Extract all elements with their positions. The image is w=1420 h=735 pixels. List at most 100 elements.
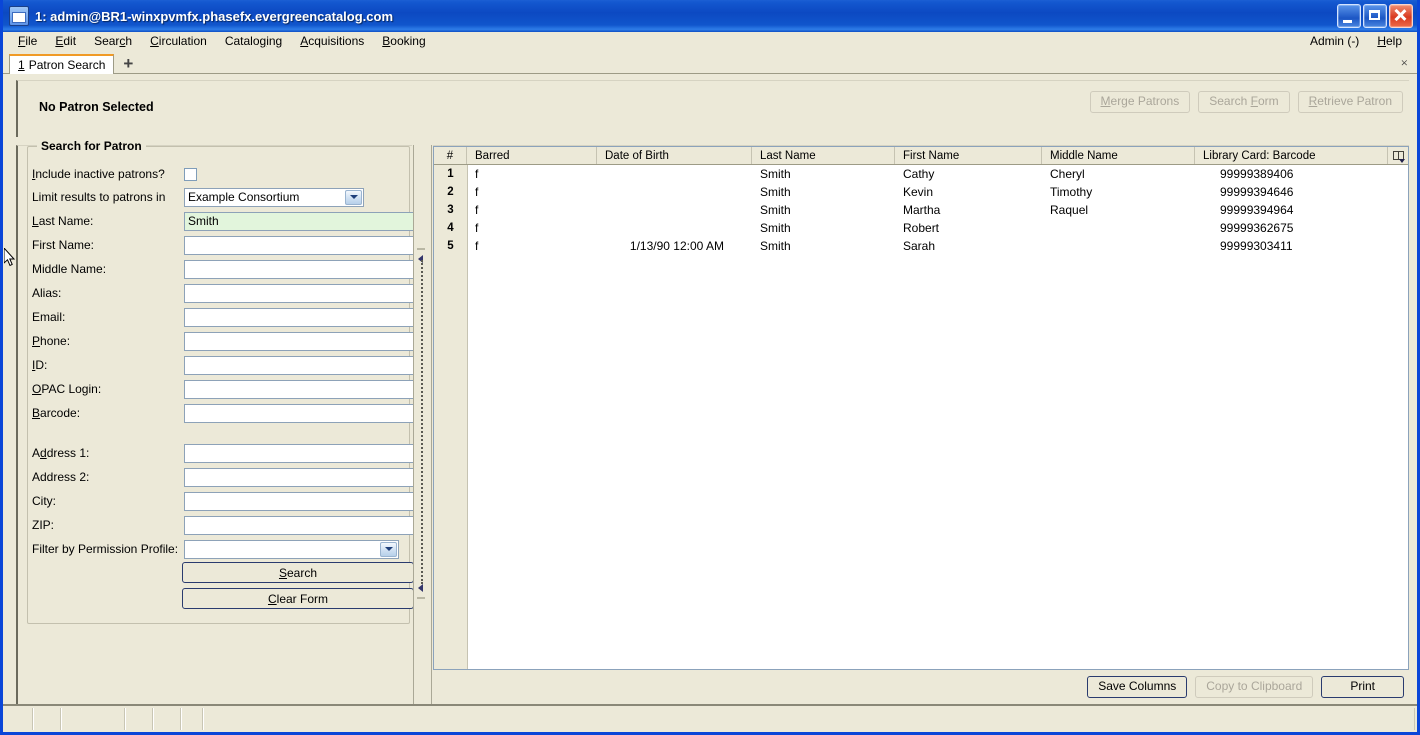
cell-last: Smith xyxy=(760,239,791,253)
status-segment xyxy=(34,708,62,730)
copy-to-clipboard-button[interactable]: Copy to Clipboard xyxy=(1195,676,1314,698)
cell-dob xyxy=(597,165,752,183)
retrieve-patron-button[interactable]: Retrieve Patron xyxy=(1297,91,1403,113)
middle-name-label: Middle Name: xyxy=(32,262,107,276)
cell-num: 4 xyxy=(447,222,454,234)
zip-input[interactable] xyxy=(184,515,420,535)
application-window: 1: admin@BR1-winxpvmfx.phasefx.evergreen… xyxy=(0,0,1420,735)
search-form-button[interactable]: Search Form xyxy=(1198,91,1290,113)
phone-input[interactable] xyxy=(184,331,420,351)
include-inactive-label: Include inactive patrons? xyxy=(32,167,165,181)
address-2-input[interactable] xyxy=(184,467,420,487)
tab-label: Patron Search xyxy=(28,58,106,72)
maximize-button[interactable] xyxy=(1363,4,1387,28)
merge-patrons-button[interactable]: Merge Patrons xyxy=(1089,91,1191,113)
row-first-name: First Name: xyxy=(29,234,420,256)
email-label: Email: xyxy=(32,310,66,324)
new-tab-button[interactable]: + xyxy=(114,55,141,72)
include-inactive-checkbox[interactable] xyxy=(184,167,197,181)
cell-first: Cathy xyxy=(903,167,935,181)
table-row[interactable]: 3 f Smith Martha Raquel 99999394964 xyxy=(434,201,1408,219)
column-picker-icon xyxy=(1392,151,1405,163)
column-picker-button[interactable] xyxy=(1387,147,1408,164)
cell-first: Martha xyxy=(903,203,941,217)
cell-first: Robert xyxy=(903,221,940,235)
tab-patron-search[interactable]: 1 Patron Search xyxy=(9,54,115,74)
address-1-label: Address 1: xyxy=(32,446,90,460)
email-input[interactable] xyxy=(184,307,420,327)
main-body: Search for Patron Include inactive patro… xyxy=(16,139,1409,704)
column-header-middle[interactable]: Middle Name xyxy=(1042,147,1195,164)
last-name-input[interactable] xyxy=(184,211,420,231)
first-name-input[interactable] xyxy=(184,235,420,255)
window-icon xyxy=(9,6,29,26)
cell-barred: f xyxy=(475,167,479,181)
limit-results-label: Limit results to patrons in xyxy=(32,190,166,204)
alias-input[interactable] xyxy=(184,283,420,303)
row-middle-name: Middle Name: xyxy=(29,258,420,280)
limit-results-select[interactable]: Example Consortium xyxy=(184,187,364,207)
column-header-barcode[interactable]: Library Card: Barcode xyxy=(1195,147,1387,164)
cell-last: Smith xyxy=(760,203,791,217)
print-button[interactable]: Print xyxy=(1321,676,1404,698)
menu-booking[interactable]: Booking xyxy=(373,33,434,50)
table-row[interactable]: 2 f Smith Kevin Timothy 99999394646 xyxy=(434,183,1408,201)
grid-header-row: # Barred Date of Birth Last Name First N… xyxy=(434,147,1408,165)
table-row[interactable]: 5 f 1/13/90 12:00 AM Smith Sarah 9999930… xyxy=(434,237,1408,255)
barcode-input[interactable] xyxy=(184,403,420,423)
mouse-cursor xyxy=(4,248,16,267)
cell-last: Smith xyxy=(760,167,791,181)
table-row[interactable]: 4 f Smith Robert 99999362675 xyxy=(434,219,1408,237)
city-input[interactable] xyxy=(184,491,420,511)
menu-acquisitions[interactable]: Acquisitions xyxy=(291,33,373,50)
chevron-down-icon[interactable] xyxy=(380,541,397,557)
address-1-input[interactable] xyxy=(184,443,420,463)
save-columns-button[interactable]: Save Columns xyxy=(1087,676,1188,698)
splitter-grip[interactable] xyxy=(421,260,423,584)
column-header-last[interactable]: Last Name xyxy=(752,147,895,164)
table-row[interactable]: 1 f Smith Cathy Cheryl 99999389406 xyxy=(434,165,1408,183)
cell-num: 3 xyxy=(447,204,454,216)
menu-file[interactable]: File xyxy=(9,33,46,50)
patron-summary-header: No Patron Selected Merge Patrons Search … xyxy=(16,80,1409,137)
row-barcode: Barcode: xyxy=(29,402,420,424)
column-header-first[interactable]: First Name xyxy=(895,147,1042,164)
middle-name-input[interactable] xyxy=(184,259,420,279)
cell-barcode: 99999362675 xyxy=(1220,221,1294,235)
collapse-left-arrow-icon-bottom[interactable] xyxy=(418,584,423,592)
search-button[interactable]: Search xyxy=(182,562,414,583)
close-button[interactable] xyxy=(1389,4,1413,28)
column-header-dob[interactable]: Date of Birth xyxy=(597,147,752,164)
panel-splitter[interactable] xyxy=(413,145,432,704)
status-segment xyxy=(62,708,126,730)
column-header-barred[interactable]: Barred xyxy=(467,147,597,164)
row-opac-login: OPAC Login: xyxy=(29,378,420,400)
cell-barred: f xyxy=(475,239,479,253)
column-header-num[interactable]: # xyxy=(434,147,467,164)
cell-last: Smith xyxy=(760,185,791,199)
menu-cataloging[interactable]: Cataloging xyxy=(216,33,291,50)
search-panel: Search for Patron Include inactive patro… xyxy=(16,139,420,704)
cell-dob xyxy=(597,219,752,237)
cell-dob: 1/13/90 12:00 AM xyxy=(629,239,724,253)
menu-help[interactable]: Help xyxy=(1368,33,1411,50)
chevron-down-icon[interactable] xyxy=(345,189,362,205)
opac-login-label: OPAC Login: xyxy=(32,382,102,396)
row-id: ID: xyxy=(29,354,420,376)
opac-login-input[interactable] xyxy=(184,379,420,399)
status-segment xyxy=(154,708,182,730)
permission-profile-select[interactable] xyxy=(184,539,399,559)
phone-label: Phone: xyxy=(32,334,71,348)
minimize-button[interactable] xyxy=(1337,4,1361,28)
cell-barred: f xyxy=(475,221,479,235)
cell-num: 2 xyxy=(447,186,454,198)
cell-last: Smith xyxy=(760,221,791,235)
close-tab-button[interactable]: × xyxy=(1401,55,1408,71)
search-for-patron-fieldset: Search for Patron Include inactive patro… xyxy=(27,139,420,624)
menu-circulation[interactable]: Circulation xyxy=(141,33,216,50)
menu-admin[interactable]: Admin (-) xyxy=(1301,33,1368,50)
menu-edit[interactable]: Edit xyxy=(46,33,85,50)
id-input[interactable] xyxy=(184,355,420,375)
menu-search[interactable]: Search xyxy=(85,33,141,50)
clear-form-button[interactable]: Clear Form xyxy=(182,588,414,609)
